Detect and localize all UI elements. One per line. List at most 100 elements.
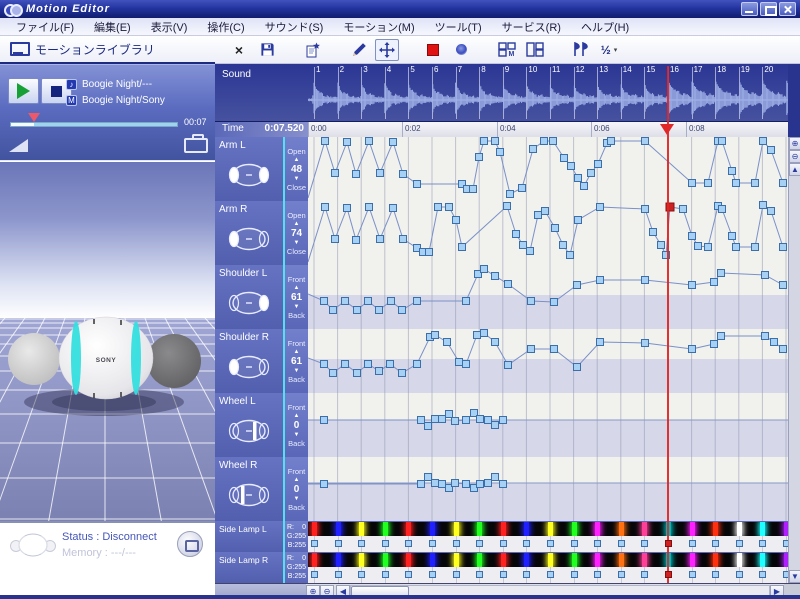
keyframe[interactable] (689, 346, 696, 353)
keyframe[interactable] (712, 540, 719, 547)
keyframe[interactable] (414, 181, 421, 188)
keyframe[interactable] (759, 571, 766, 578)
value-down-arrow[interactable]: ▼ (294, 432, 300, 438)
keyframe[interactable] (332, 236, 339, 243)
keyframe[interactable] (330, 370, 337, 377)
keyframe[interactable] (642, 138, 649, 145)
keyframe[interactable] (719, 206, 726, 213)
keyframe[interactable] (377, 170, 384, 177)
keyframe[interactable] (541, 138, 548, 145)
keyframe[interactable] (311, 571, 318, 578)
keyframe[interactable] (432, 416, 439, 423)
keyframe[interactable] (365, 298, 372, 305)
keyframe[interactable] (382, 571, 389, 578)
keyframe[interactable] (597, 339, 604, 346)
keyframe[interactable] (712, 571, 719, 578)
keyframe[interactable] (321, 417, 328, 424)
menu-item[interactable]: サウンド(S) (255, 18, 334, 36)
keyframe[interactable] (771, 339, 778, 346)
vertical-scrollbar[interactable]: ⊕⊖▲▼ (788, 137, 800, 583)
keyframe[interactable] (780, 244, 787, 251)
menu-item[interactable]: ツール(T) (425, 18, 492, 36)
keyframe[interactable] (507, 191, 514, 198)
menu-item[interactable]: モーション(M) (333, 18, 424, 36)
keyframe[interactable] (405, 540, 412, 547)
track-plot[interactable] (308, 265, 788, 329)
keyframe[interactable] (733, 180, 740, 187)
keyframe[interactable] (567, 252, 574, 259)
keyframe[interactable] (729, 168, 736, 175)
track-plot[interactable] (308, 457, 788, 521)
keyframe[interactable] (575, 217, 582, 224)
track-label[interactable]: Arm L (215, 137, 283, 201)
keyframe[interactable] (425, 474, 432, 481)
lamp-keyframe-row[interactable] (308, 536, 788, 552)
keyframe[interactable] (618, 571, 625, 578)
lamp-track-label[interactable]: Side Lamp R (215, 552, 283, 583)
keyframe[interactable] (321, 481, 328, 488)
keyframe[interactable] (695, 243, 702, 250)
keyframe[interactable] (474, 332, 481, 339)
keyframe[interactable] (497, 149, 504, 156)
keyframe[interactable] (439, 481, 446, 488)
keyframe[interactable] (552, 225, 559, 232)
keyframe[interactable] (718, 333, 725, 340)
keyframe[interactable] (736, 540, 743, 547)
keyframe[interactable] (452, 418, 459, 425)
keyframe[interactable] (399, 307, 406, 314)
keyframe[interactable] (429, 571, 436, 578)
keyframe[interactable] (321, 361, 328, 368)
value-down-arrow[interactable]: ▼ (294, 240, 300, 246)
keyframe[interactable] (453, 540, 460, 547)
keyframe[interactable] (477, 416, 484, 423)
keyframe[interactable] (568, 163, 575, 170)
keyframe[interactable] (492, 422, 499, 429)
scroll-up-button[interactable]: ▲ (789, 163, 800, 176)
keyframe[interactable] (366, 138, 373, 145)
window-motion-button[interactable]: M (495, 39, 519, 61)
keyframe[interactable] (551, 346, 558, 353)
keyframe[interactable] (435, 204, 442, 211)
keyframe[interactable] (390, 205, 397, 212)
keyframe[interactable] (500, 417, 507, 424)
track-plot[interactable] (308, 137, 788, 201)
keyframe[interactable] (353, 237, 360, 244)
keyframe[interactable] (760, 138, 767, 145)
keyframe[interactable] (446, 204, 453, 211)
keyframe[interactable] (705, 180, 712, 187)
value-down-arrow[interactable]: ▼ (294, 496, 300, 502)
keyframe[interactable] (463, 361, 470, 368)
keyframe[interactable] (550, 138, 557, 145)
keyframe[interactable] (382, 540, 389, 547)
keyframe[interactable] (650, 229, 657, 236)
keyframe[interactable] (530, 146, 537, 153)
keyframe[interactable] (344, 139, 351, 146)
keyframe[interactable] (542, 208, 549, 215)
keyframe[interactable] (597, 277, 604, 284)
keyframe[interactable] (689, 180, 696, 187)
keyframe[interactable] (432, 480, 439, 487)
keyframe[interactable] (547, 540, 554, 547)
value-up-arrow[interactable]: ▲ (294, 221, 300, 227)
keyframe[interactable] (551, 299, 558, 306)
keyframe[interactable] (476, 154, 483, 161)
keyframe[interactable] (322, 138, 329, 145)
keyframe[interactable] (768, 208, 775, 215)
viewport-3d[interactable]: SONY (0, 162, 215, 575)
keyframe[interactable] (399, 370, 406, 377)
keyframe[interactable] (689, 571, 696, 578)
value-up-arrow[interactable]: ▲ (294, 157, 300, 163)
keyframe[interactable] (444, 339, 451, 346)
keyframe[interactable] (463, 417, 470, 424)
keyframe[interactable] (588, 170, 595, 177)
keyframe[interactable] (470, 186, 477, 193)
lamp-rgb-control[interactable]: R:0G:255B:255 (283, 552, 308, 583)
keyframe[interactable] (608, 138, 615, 145)
keyframe[interactable] (500, 481, 507, 488)
keyframe[interactable] (322, 204, 329, 211)
keyframe[interactable] (332, 170, 339, 177)
keyframe[interactable] (342, 361, 349, 368)
keyframe[interactable] (429, 540, 436, 547)
keyframe[interactable] (642, 340, 649, 347)
keyframe[interactable] (390, 139, 397, 146)
